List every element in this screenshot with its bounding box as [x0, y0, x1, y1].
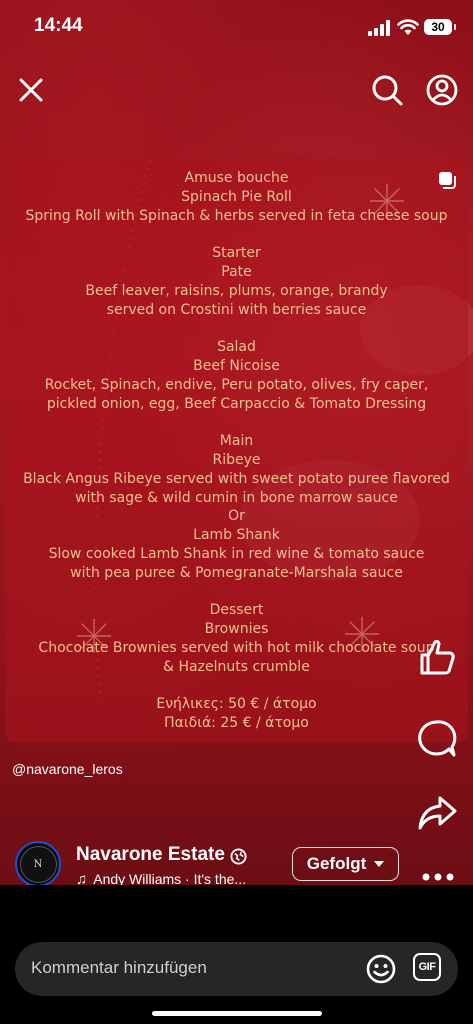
menu-line: served on Crostini with berries sauce: [106, 301, 367, 318]
follow-label: Gefolgt: [306, 854, 367, 873]
status-time: 14:44: [34, 15, 83, 36]
comment-placeholder: Kommentar hinzufügen: [31, 958, 207, 977]
menu-line: Pate: [221, 263, 252, 280]
more-icon[interactable]: [421, 870, 455, 884]
search-icon[interactable]: [369, 72, 405, 108]
menu-line: Ribeye: [212, 451, 261, 468]
menu-line: Slow cooked Lamb Shank in red wine & tom…: [48, 545, 425, 562]
battery-icon: 30: [424, 19, 456, 35]
wifi-icon: [397, 19, 419, 35]
menu-image: Amuse bouche Spinach Pie Roll Spring Rol…: [5, 157, 468, 742]
cellular-signal-icon: [368, 20, 390, 36]
profile-icon[interactable]: [424, 72, 460, 108]
snowflake-icon: [76, 618, 112, 654]
account-name[interactable]: Navarone Estate: [76, 844, 225, 866]
emoji-icon[interactable]: [365, 953, 397, 985]
avatar[interactable]: N: [15, 841, 61, 887]
follow-button[interactable]: Gefolgt: [292, 847, 399, 881]
price-kids: Παιδιά: 25 € / άτομο: [164, 715, 309, 732]
menu-line: Rocket, Spinach, endive, Peru potato, ol…: [44, 376, 429, 393]
price-adults: Ενήλικες: 50 € / άτομο: [156, 696, 317, 713]
menu-line: Or: [228, 508, 245, 525]
section-title-main: Main: [219, 433, 254, 450]
close-icon[interactable]: [13, 72, 49, 108]
like-icon[interactable]: [416, 636, 458, 678]
snowflake-icon: [369, 183, 405, 219]
tagged-handle[interactable]: @navarone_leros: [12, 761, 123, 777]
chevron-down-icon: [374, 861, 385, 867]
home-indicator: [152, 1011, 322, 1016]
gif-button[interactable]: GIF: [413, 953, 441, 981]
menu-line: pickled onion, egg, Beef Carpaccio & Tom…: [46, 395, 427, 412]
menu-line: Beef leaver, raisins, plums, orange, bra…: [85, 282, 388, 299]
menu-line: Black Angus Ribeye served with sweet pot…: [23, 470, 450, 487]
menu-line: with pea puree & Pomegranate-Marshala sa…: [70, 564, 403, 581]
menu-line: Lamb Shank: [193, 527, 280, 544]
avatar-logo: N: [19, 845, 57, 883]
account-row: N Navarone Estate ♫ Andy Williams · It's …: [0, 838, 473, 890]
menu-line: with sage & wild cumin in bone marrow sa…: [75, 489, 398, 506]
menu-line: & Hazelnuts crumble: [163, 658, 310, 675]
share-icon[interactable]: [416, 792, 458, 834]
menu-line: Beef Nicoise: [193, 357, 280, 374]
section-title-starter: Starter: [212, 245, 261, 262]
comment-input[interactable]: Kommentar hinzufügen GIF: [15, 942, 458, 996]
comment-icon[interactable]: [416, 718, 458, 760]
section-title-salad: Salad: [217, 339, 256, 356]
globe-icon: [230, 848, 247, 865]
snowflake-icon: [344, 616, 380, 652]
carousel-icon: [439, 172, 456, 189]
status-bar: 14:44 30: [0, 0, 473, 56]
